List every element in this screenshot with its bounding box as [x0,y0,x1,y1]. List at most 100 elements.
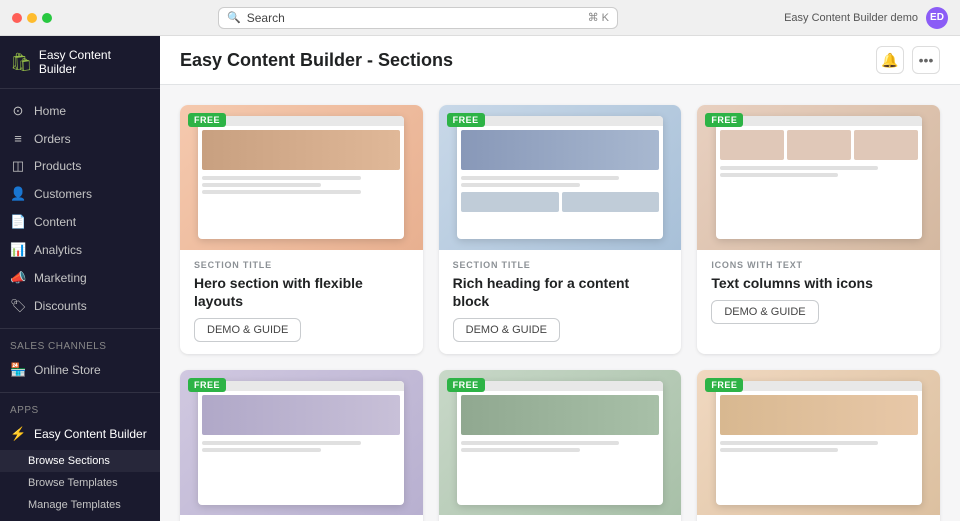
card-5-preview [439,370,682,515]
card-3-badge: FREE [705,113,743,127]
online-store-icon: 🏪 [10,362,26,378]
card-4-preview [180,370,423,515]
search-text: Search [247,11,285,25]
section-card-6: FREE SECTION TITLE [697,370,940,521]
section-card-2: FREE [439,105,682,354]
card-3-demo-button[interactable]: DEMO & GUIDE [711,300,818,324]
card-2-title: Rich heading for a content block [453,274,668,310]
maximize-dot[interactable] [42,13,52,23]
browse-templates-label: Browse Templates [28,477,118,489]
sidebar-item-orders[interactable]: ≡ Orders [0,125,160,152]
sub-nav-browse-sections[interactable]: Browse Sections [0,450,160,472]
avatar[interactable]: ED [926,7,948,29]
sub-nav-manage-templates[interactable]: Manage Templates [0,494,160,516]
products-icon: ◫ [10,158,26,174]
header-actions: 🔔 ••• [876,46,940,74]
card-1-title: Hero section with flexible layouts [194,274,409,310]
nav-label-easy-content: Easy Content Builder [34,427,147,441]
nav-label-customers: Customers [34,187,92,201]
card-6-mockup [716,381,922,504]
card-2-body: SECTION TITLE Rich heading for a content… [439,250,682,354]
sidebar-store-title: Easy Content Builder [39,48,150,76]
minimize-dot[interactable] [27,13,37,23]
discounts-icon: 🏷 [10,298,26,314]
cards-grid: FREE [160,85,960,521]
sub-nav-browse-templates[interactable]: Browse Templates [0,472,160,494]
browser-traffic-lights [12,13,52,23]
content-header: Easy Content Builder - Sections 🔔 ••• [160,36,960,85]
sidebar-item-marketing[interactable]: 📣 Marketing [0,264,160,292]
sales-channels-section: Sales channels 🏪 Online Store [0,328,160,392]
browser-search-bar[interactable]: 🔍 Search ⌘ K [218,7,618,29]
sidebar-item-home[interactable]: ⊙ Home [0,97,160,125]
card-4-badge: FREE [188,378,226,392]
card-6-badge: FREE [705,378,743,392]
close-dot[interactable] [12,13,22,23]
card-2-section-label: SECTION TITLE [453,260,668,270]
sidebar-nav: ⊙ Home ≡ Orders ◫ Products 👤 Customers 📄… [0,89,160,328]
section-card-4: FREE SECTION TITLE [180,370,423,521]
app-layout: 🛍 Easy Content Builder ⊙ Home ≡ Orders ◫… [0,36,960,521]
card-1-demo-button[interactable]: DEMO & GUIDE [194,318,301,342]
card-1-body: SECTION TITLE Hero section with flexible… [180,250,423,354]
orders-icon: ≡ [10,131,26,146]
apps-section: Apps ⚡ Easy Content Builder Browse Secti… [0,392,160,521]
sidebar-item-products[interactable]: ◫ Products [0,152,160,180]
analytics-icon: 📊 [10,242,26,258]
nav-label-orders: Orders [34,132,71,146]
card-1-section-label: SECTION TITLE [194,260,409,270]
sidebar-item-customers[interactable]: 👤 Customers [0,180,160,208]
card-2-badge: FREE [447,113,485,127]
main-content: Easy Content Builder - Sections 🔔 ••• FR… [160,36,960,521]
customers-icon: 👤 [10,186,26,202]
shopify-logo-icon: 🛍 [10,52,33,73]
card-2-mockup [457,116,663,239]
nav-label-products: Products [34,159,81,173]
nav-label-analytics: Analytics [34,243,82,257]
sales-channels-label: Sales channels [0,337,160,356]
notification-button[interactable]: 🔔 [876,46,904,74]
sub-nav: Browse Sections Browse Templates Manage … [0,448,160,521]
sidebar-header: 🛍 Easy Content Builder [0,36,160,89]
card-2-demo-button[interactable]: DEMO & GUIDE [453,318,560,342]
nav-label-content: Content [34,215,76,229]
sidebar-item-easy-content-builder[interactable]: ⚡ Easy Content Builder [0,420,160,448]
sidebar-item-analytics[interactable]: 📊 Analytics [0,236,160,264]
nav-label-home: Home [34,104,66,118]
card-6-preview [697,370,940,515]
keyboard-shortcut: ⌘ K [588,11,609,24]
content-icon: 📄 [10,214,26,230]
card-3-section-label: ICONS WITH TEXT [711,260,926,270]
browser-chrome: 🔍 Search ⌘ K Easy Content Builder demo E… [0,0,960,36]
card-3-title: Text columns with icons [711,274,926,292]
marketing-icon: 📣 [10,270,26,286]
sidebar-item-online-store[interactable]: 🏪 Online Store [0,356,160,384]
card-5-body: SECTION TITLE Section title five DEMO & … [439,515,682,521]
card-4-body: SECTION TITLE Section title four DEMO & … [180,515,423,521]
card-3-body: ICONS WITH TEXT Text columns with icons … [697,250,940,336]
user-label: Easy Content Builder demo [784,12,918,24]
nav-label-online-store: Online Store [34,363,101,377]
sidebar-item-discounts[interactable]: 🏷 Discounts [0,292,160,320]
more-options-button[interactable]: ••• [912,46,940,74]
card-3-mockup [716,116,922,239]
section-card-3: FREE [697,105,940,354]
search-icon: 🔍 [227,11,241,24]
card-5-badge: FREE [447,378,485,392]
sidebar: 🛍 Easy Content Builder ⊙ Home ≡ Orders ◫… [0,36,160,521]
nav-label-discounts: Discounts [34,299,87,313]
home-icon: ⊙ [10,103,26,119]
page-title: Easy Content Builder - Sections [180,50,453,71]
card-1-mockup [198,116,404,239]
card-1-badge: FREE [188,113,226,127]
card-4-mockup [198,381,404,504]
nav-label-marketing: Marketing [34,271,87,285]
card-5-mockup [457,381,663,504]
browse-sections-label: Browse Sections [28,455,110,467]
sidebar-item-content[interactable]: 📄 Content [0,208,160,236]
manage-templates-label: Manage Templates [28,499,121,511]
section-card-5: FREE SECTION TITLE [439,370,682,521]
sub-nav-metaobjects[interactable]: Metaobjects [0,516,160,521]
easy-content-icon: ⚡ [10,426,26,442]
browser-actions: Easy Content Builder demo ED [784,7,948,29]
